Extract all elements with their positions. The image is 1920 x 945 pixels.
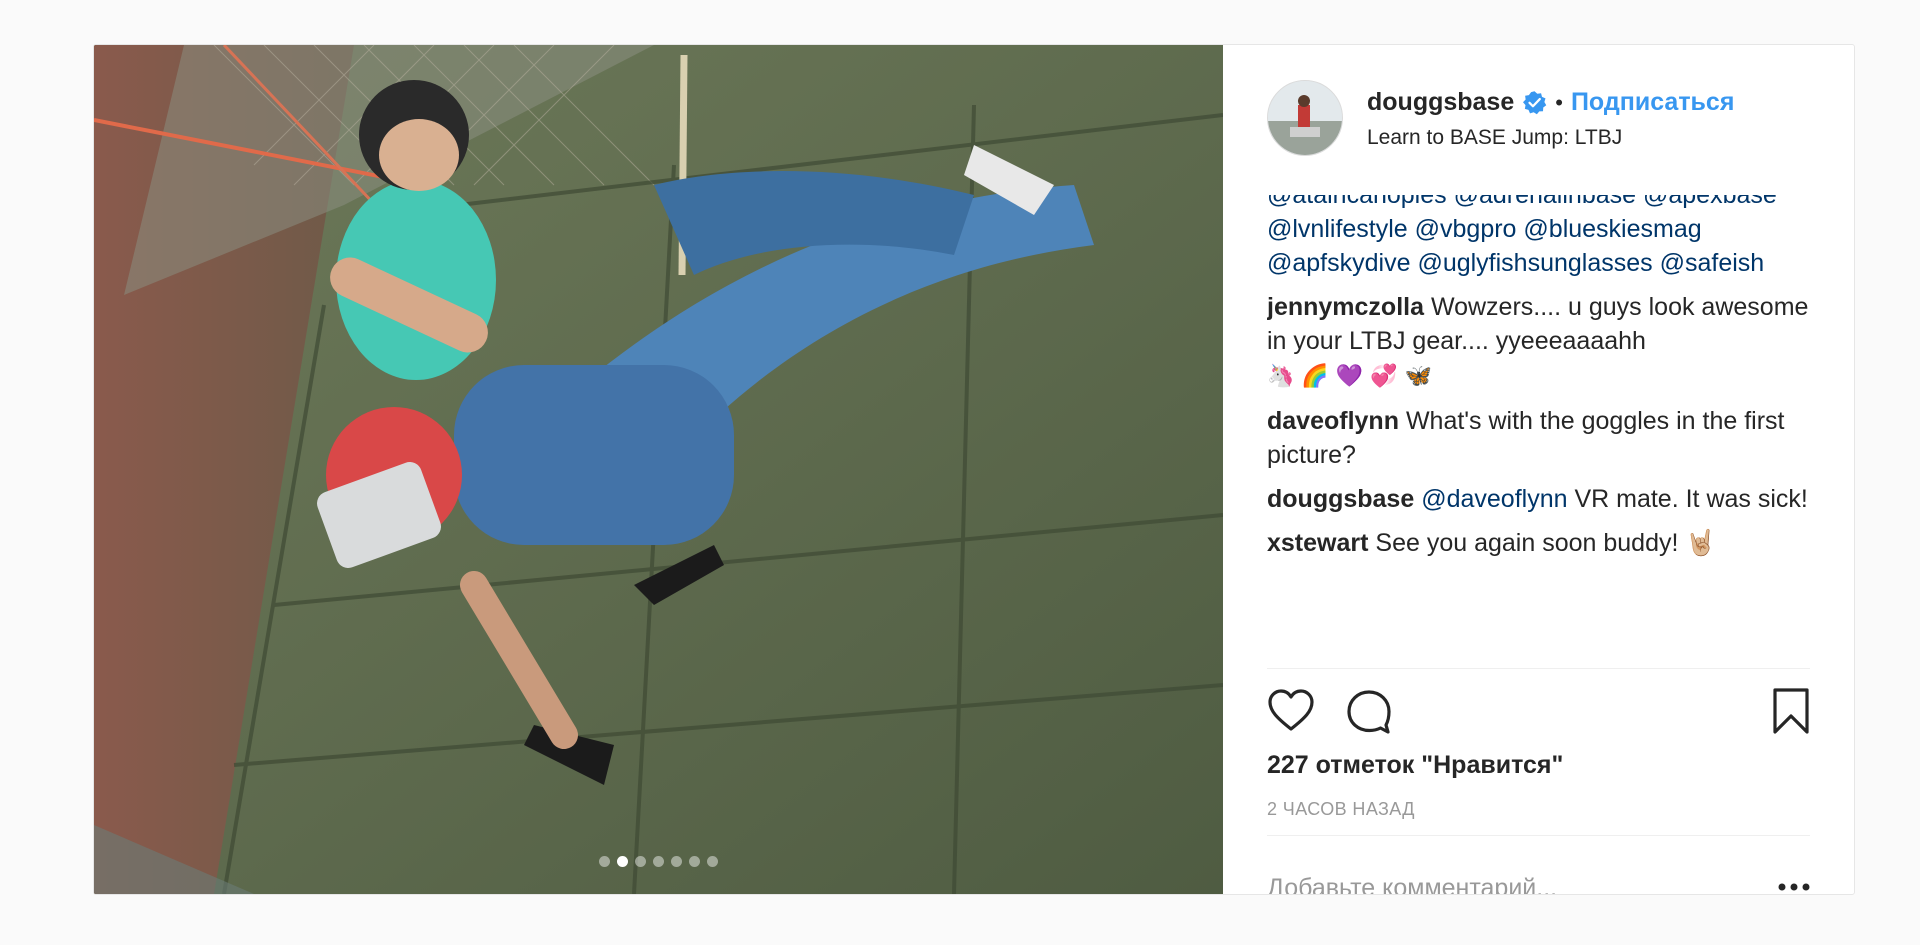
action-bar bbox=[1267, 687, 1810, 735]
avatar[interactable] bbox=[1267, 80, 1343, 156]
divider bbox=[1267, 668, 1810, 669]
carousel-indicator bbox=[94, 856, 1223, 867]
comment-mention[interactable]: @daveoflynn bbox=[1421, 485, 1567, 513]
header-user-line: douggsbase • Подписаться bbox=[1367, 88, 1734, 117]
avatar-image bbox=[1268, 81, 1342, 155]
comment-username[interactable]: daveoflynn bbox=[1267, 407, 1399, 435]
comment-text: See you again soon buddy! 🤘🏼 bbox=[1375, 529, 1717, 557]
caption-tag-line[interactable]: @apfskydive @uglyfishsunglasses @safeish bbox=[1267, 246, 1827, 280]
heart-icon[interactable] bbox=[1267, 687, 1315, 735]
caption-tags: @atairicanopies @adrenalinbase @apexbase… bbox=[1267, 195, 1827, 280]
carousel-dot[interactable] bbox=[599, 856, 610, 867]
post-header: douggsbase • Подписаться Learn to BASE J… bbox=[1223, 45, 1854, 195]
carousel-dot[interactable] bbox=[689, 856, 700, 867]
photo-illustration bbox=[94, 45, 1223, 894]
divider bbox=[1267, 835, 1810, 836]
caption-tag-line[interactable]: @lvnlifestyle @vbgpro @blueskiesmag bbox=[1267, 212, 1827, 246]
username-link[interactable]: douggsbase bbox=[1367, 88, 1514, 117]
follow-button[interactable]: Подписаться bbox=[1571, 88, 1734, 117]
post-side-panel: douggsbase • Подписаться Learn to BASE J… bbox=[1223, 45, 1854, 894]
add-comment-input[interactable]: Добавьте комментарий... bbox=[1267, 874, 1557, 894]
comment-emoji: 🦄 🌈 💜 💞 🦋 bbox=[1267, 364, 1432, 389]
instagram-post: douggsbase • Подписаться Learn to BASE J… bbox=[93, 44, 1855, 895]
comment-username[interactable]: douggsbase bbox=[1267, 485, 1414, 513]
carousel-dot[interactable] bbox=[707, 856, 718, 867]
carousel-dot-active[interactable] bbox=[617, 856, 628, 867]
comment-item: jennymczolla Wowzers.... u guys look awe… bbox=[1267, 290, 1827, 394]
carousel-dot[interactable] bbox=[653, 856, 664, 867]
likes-count[interactable]: 227 отметок "Нравится" bbox=[1267, 751, 1563, 780]
carousel-dot[interactable] bbox=[635, 856, 646, 867]
location-link[interactable]: Learn to BASE Jump: LTBJ bbox=[1367, 126, 1622, 150]
more-options-icon[interactable] bbox=[1778, 883, 1810, 891]
comment-icon[interactable] bbox=[1345, 687, 1393, 735]
comment-item: daveoflynn What's with the goggles in th… bbox=[1267, 404, 1827, 472]
comment-item: douggsbase @daveoflynn VR mate. It was s… bbox=[1267, 482, 1827, 516]
bookmark-icon[interactable] bbox=[1772, 687, 1810, 735]
post-photo[interactable] bbox=[94, 45, 1223, 894]
header-separator: • bbox=[1555, 89, 1563, 115]
caption-tag-line[interactable]: @atairicanopies @adrenalinbase @apexbase bbox=[1267, 195, 1827, 212]
comment-username[interactable]: xstewart bbox=[1267, 529, 1368, 557]
comments-list[interactable]: @atairicanopies @adrenalinbase @apexbase… bbox=[1267, 195, 1827, 650]
carousel-dot[interactable] bbox=[671, 856, 682, 867]
comment-item: xstewart See you again soon buddy! 🤘🏼 bbox=[1267, 526, 1827, 560]
comment-text: VR mate. It was sick! bbox=[1567, 485, 1808, 513]
post-timestamp[interactable]: 2 ЧАСОВ НАЗАД bbox=[1267, 799, 1415, 820]
comment-username[interactable]: jennymczolla bbox=[1267, 293, 1424, 321]
verified-badge-icon bbox=[1523, 91, 1547, 115]
